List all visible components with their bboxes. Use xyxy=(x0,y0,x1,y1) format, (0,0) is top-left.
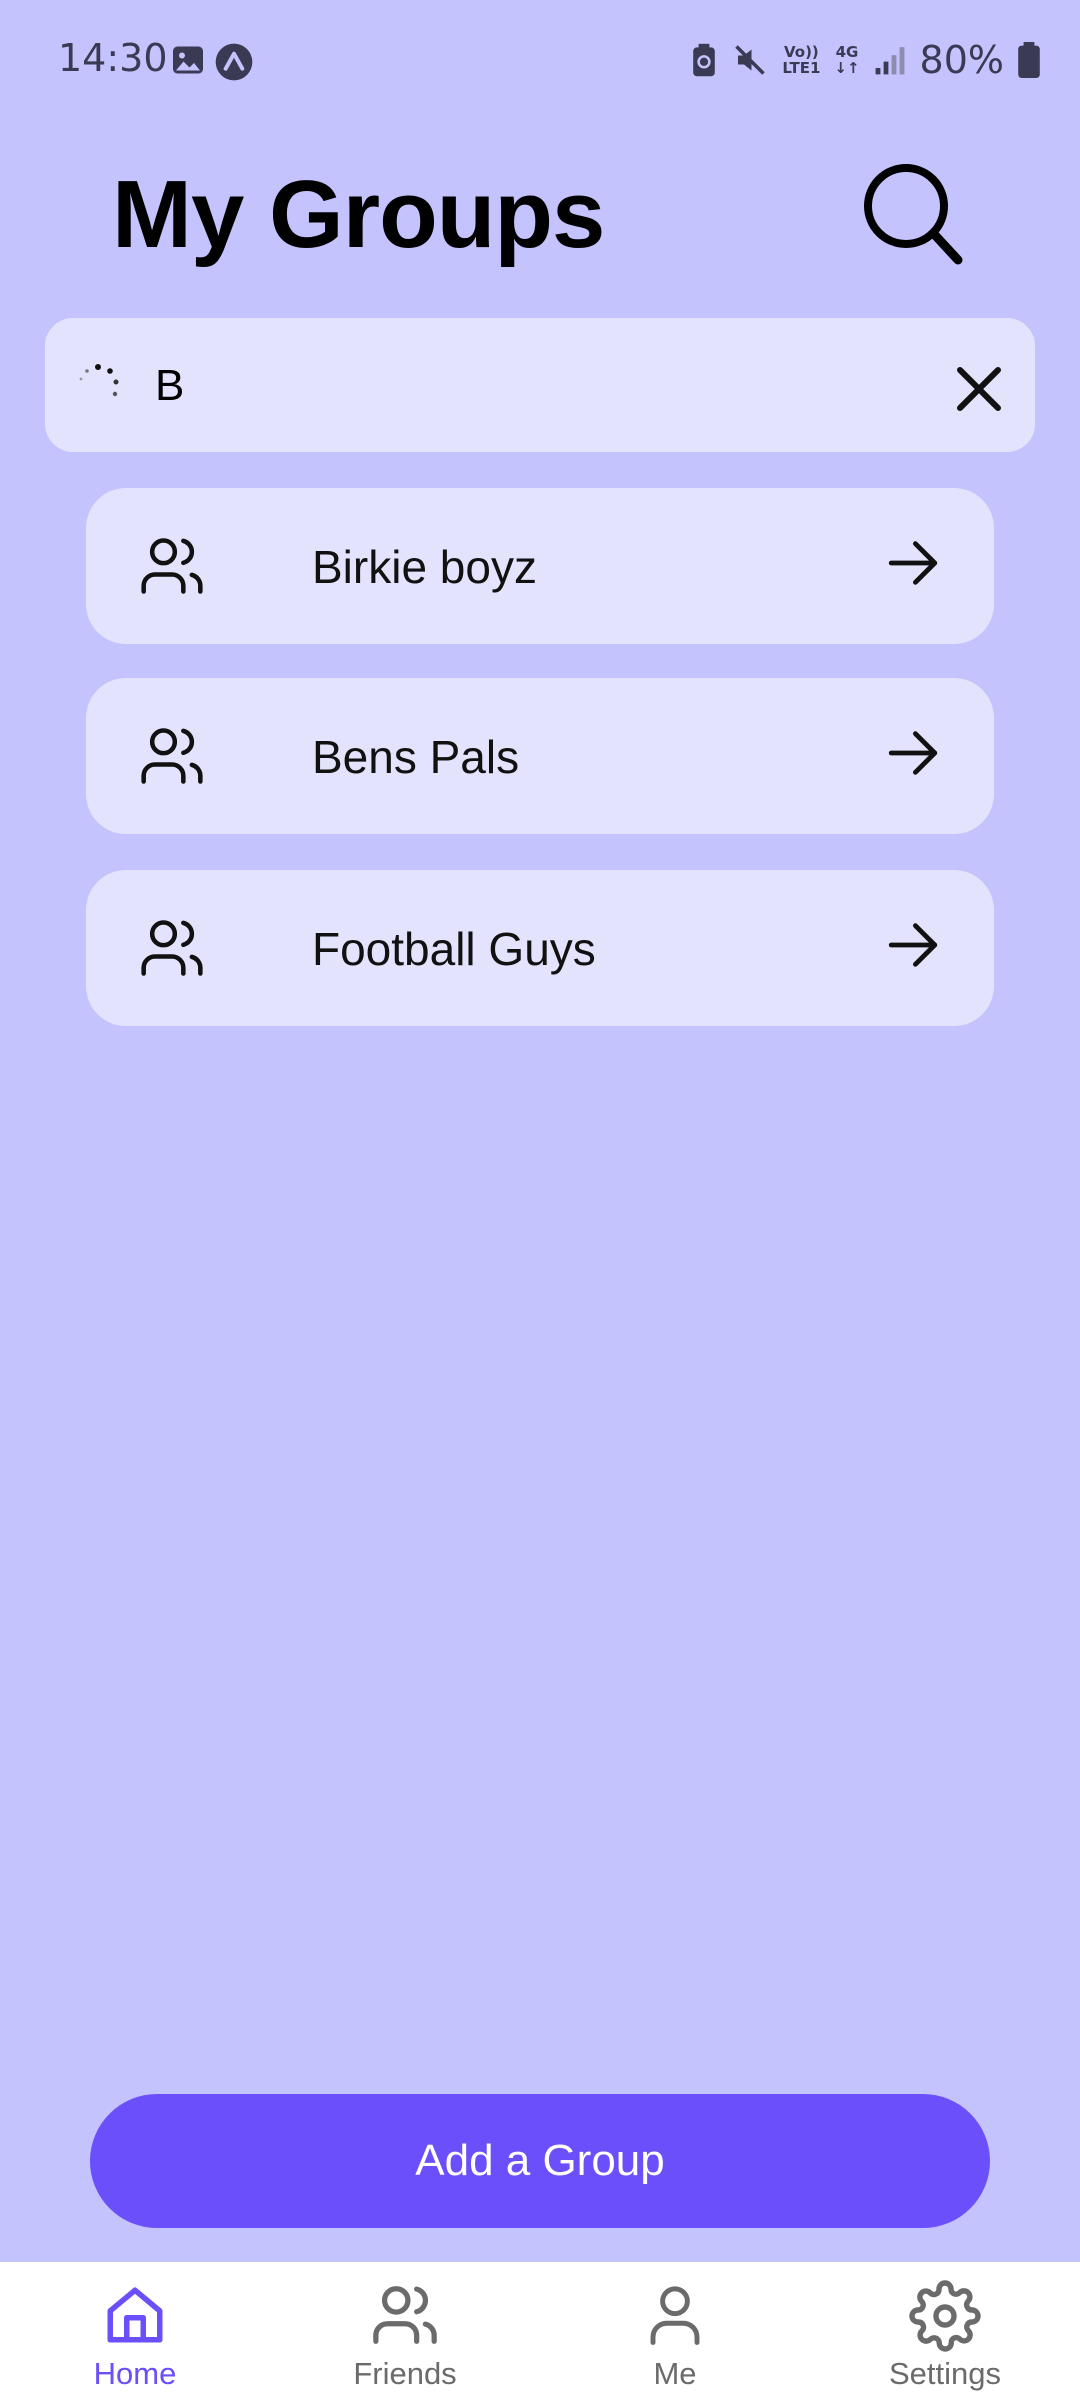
page-title: My Groups xyxy=(112,161,605,268)
friends-icon xyxy=(373,2286,437,2344)
search-input[interactable] xyxy=(153,348,937,424)
4g-data-icon: 4G ↓↑ xyxy=(834,43,860,77)
nav-label-me: Me xyxy=(653,2356,697,2391)
group-icon xyxy=(141,728,203,784)
status-time: 14:30 xyxy=(58,36,168,80)
group-card-football-guys[interactable]: Football Guys xyxy=(86,870,994,1026)
nav-label-friends: Friends xyxy=(353,2356,457,2391)
add-group-button[interactable]: Add a Group xyxy=(90,2094,990,2228)
volte-icon: Vo)) LTE1 xyxy=(782,43,821,77)
nav-item-me[interactable]: Me xyxy=(540,2262,810,2400)
arrow-right-icon[interactable] xyxy=(884,916,942,974)
group-card-bens-pals[interactable]: Bens Pals xyxy=(86,678,994,834)
mute-icon xyxy=(735,45,766,75)
gear-icon xyxy=(909,2280,981,2352)
signal-icon xyxy=(875,47,904,75)
home-icon xyxy=(107,2287,163,2343)
status-indicators: Vo)) LTE1 4G ↓↑ 80% xyxy=(690,30,1040,90)
search-bar xyxy=(45,318,1035,452)
group-name: Football Guys xyxy=(312,923,596,975)
battery-icon xyxy=(1018,42,1040,78)
nav-item-settings[interactable]: Settings xyxy=(810,2262,1080,2400)
close-icon[interactable] xyxy=(946,356,1012,422)
person-icon xyxy=(650,2286,700,2345)
arrow-right-icon[interactable] xyxy=(884,724,942,782)
bottom-navigation: Home Friends Me Settings xyxy=(0,2262,1080,2400)
group-name: Bens Pals xyxy=(312,731,520,783)
nav-label-home: Home xyxy=(93,2356,177,2391)
nav-label-settings: Settings xyxy=(888,2356,1001,2391)
group-icon xyxy=(141,920,203,976)
loading-spinner-icon xyxy=(79,364,119,397)
battery-level: 80% xyxy=(919,38,1004,82)
group-name: Birkie boyz xyxy=(312,541,537,593)
group-card-birkie-boyz[interactable]: Birkie boyz xyxy=(86,488,994,644)
battery-saver-icon xyxy=(693,43,716,77)
search-icon[interactable] xyxy=(860,162,964,266)
app-notification-icon xyxy=(215,43,253,81)
group-icon xyxy=(141,538,203,594)
status-bar: 14:30 Vo)) LTE1 4G ↓↑ 80% xyxy=(0,0,1080,120)
nav-item-friends[interactable]: Friends xyxy=(270,2262,540,2400)
arrow-right-icon[interactable] xyxy=(884,534,942,592)
nav-item-home[interactable]: Home xyxy=(0,2262,270,2400)
gallery-icon xyxy=(173,46,203,74)
